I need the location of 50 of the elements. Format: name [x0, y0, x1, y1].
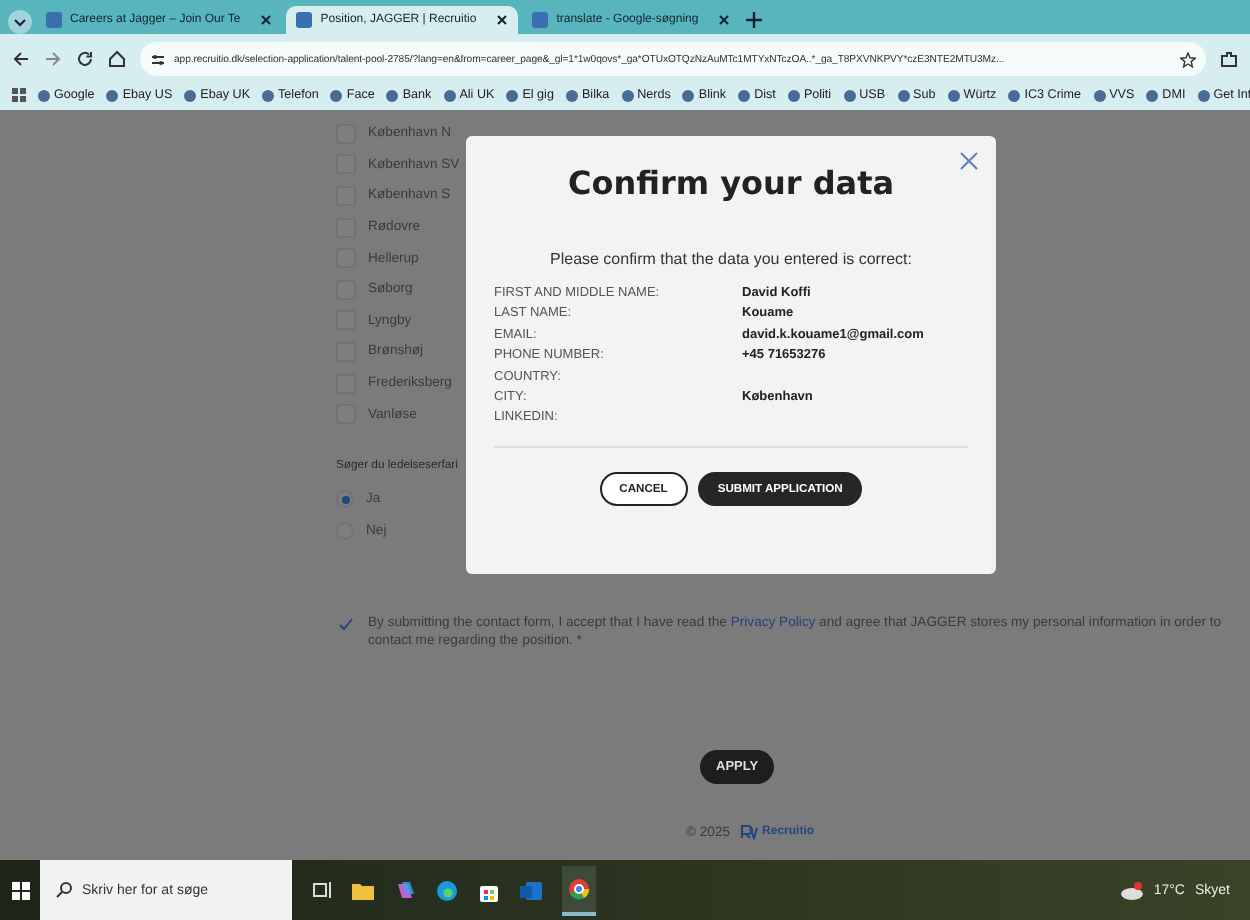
- search-icon: [56, 882, 72, 898]
- chrome-browser-icon[interactable]: [568, 877, 590, 899]
- bookmark-icon: [787, 89, 800, 101]
- weather-cloud-icon[interactable]: [1119, 881, 1144, 899]
- folder-icon[interactable]: [352, 880, 374, 900]
- bookmark-icon: [897, 89, 910, 101]
- home-icon[interactable]: [108, 50, 126, 68]
- tab-list-icon[interactable]: [8, 10, 32, 34]
- bookmark-icon: [738, 89, 751, 101]
- edge-browser-icon[interactable]: [436, 879, 458, 901]
- bookmark-icon: [843, 89, 856, 101]
- reload-icon[interactable]: [76, 50, 94, 68]
- bookmark-icon: [621, 89, 634, 101]
- bookmark-icon: [1093, 89, 1106, 101]
- site-icon: [296, 12, 313, 28]
- bookmark-icon: [506, 89, 519, 101]
- bookmark-icon: [184, 89, 197, 101]
- logo-icon: [740, 824, 759, 841]
- back-icon[interactable]: [12, 50, 30, 68]
- site-icon: [46, 12, 62, 28]
- copilot-icon[interactable]: [394, 879, 416, 901]
- consent-checkbox[interactable]: [336, 614, 356, 635]
- dialog-intro: Please confirm that the data you entered is correct:: [548, 250, 914, 268]
- bookmark-icon: [262, 89, 275, 101]
- apps-icon[interactable]: [12, 88, 26, 102]
- site-info-icon[interactable]: [150, 51, 166, 67]
- task-view-icon[interactable]: [312, 880, 332, 900]
- bookmark-icon: [947, 89, 960, 101]
- close-icon[interactable]: [718, 14, 731, 26]
- radio-button[interactable]: [336, 490, 354, 509]
- bookmark-icon: [682, 89, 695, 101]
- mail-icon[interactable]: [520, 879, 542, 901]
- extensions-icon[interactable]: [1220, 50, 1238, 68]
- new-tab-icon[interactable]: [744, 6, 765, 34]
- close-icon[interactable]: [260, 14, 273, 26]
- dialog-title: Confirm your data: [565, 164, 897, 202]
- bookmark-icon: [1008, 89, 1021, 101]
- bookmark-icon: [106, 89, 119, 101]
- windows-start-icon[interactable]: [11, 881, 29, 899]
- bookmark-icon: [1197, 89, 1210, 101]
- close-icon[interactable]: [496, 14, 509, 26]
- site-icon: [532, 12, 549, 28]
- bookmark-icon: [565, 89, 578, 101]
- star-icon[interactable]: [1180, 51, 1196, 67]
- bookmark-icon: [386, 89, 399, 101]
- forward-icon[interactable]: [44, 50, 62, 68]
- bookmark-icon: [443, 89, 456, 101]
- bookmark-icon: [330, 89, 343, 101]
- bookmark-icon: [1146, 89, 1159, 101]
- bookmark-icon: [38, 89, 50, 101]
